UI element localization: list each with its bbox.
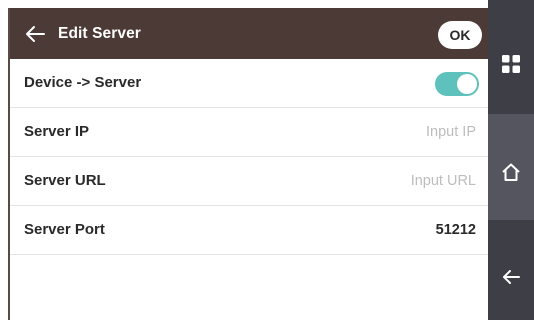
toggle-knob: [457, 74, 477, 94]
grid-icon: [502, 55, 520, 73]
server-port-field[interactable]: 51212: [436, 206, 476, 254]
device-to-server-row[interactable]: Device -> Server: [10, 59, 488, 108]
nav-home-button[interactable]: [488, 114, 534, 220]
server-port-row[interactable]: Server Port 51212: [10, 206, 488, 255]
nav-back-button[interactable]: [488, 220, 534, 326]
device-to-server-label: Device -> Server: [24, 74, 142, 91]
server-ip-row[interactable]: Server IP Input IP: [10, 108, 488, 157]
server-port-label: Server Port: [24, 221, 105, 238]
side-nav-bar: [488, 0, 534, 320]
back-arrow-icon[interactable]: [24, 23, 46, 45]
edit-server-screen: Edit Server OK Device -> Server Server I…: [8, 8, 488, 320]
server-ip-field[interactable]: Input IP: [426, 108, 476, 156]
server-url-row[interactable]: Server URL Input URL: [10, 157, 488, 206]
nav-menu-button[interactable]: [488, 8, 534, 114]
back-arrow-icon: [503, 270, 520, 284]
server-url-label: Server URL: [24, 172, 106, 189]
server-url-field[interactable]: Input URL: [411, 157, 476, 205]
title-bar: Edit Server OK: [10, 8, 488, 59]
server-ip-label: Server IP: [24, 123, 90, 140]
home-icon: [502, 163, 520, 181]
page-title: Edit Server: [58, 25, 141, 42]
device-to-server-toggle[interactable]: [435, 72, 479, 96]
ok-button[interactable]: OK: [438, 21, 482, 49]
